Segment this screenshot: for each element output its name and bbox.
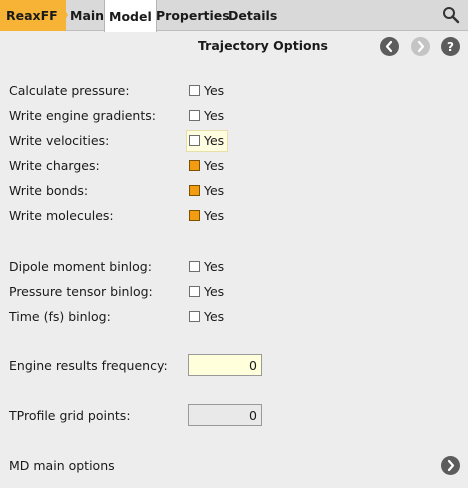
tab-model[interactable]: Model	[104, 0, 157, 32]
help-button[interactable]: ?	[441, 37, 460, 56]
tab-model-label: Model	[109, 8, 152, 24]
tab-main-label: Main	[70, 8, 105, 23]
write-charges-value: Yes	[204, 158, 225, 173]
dipole-moment-binlog-value: Yes	[204, 259, 225, 274]
time-binlog-label: Time (fs) binlog:	[9, 309, 111, 324]
write-velocities-label: Write velocities:	[9, 133, 110, 148]
chevron-right-icon	[447, 459, 455, 472]
breadcrumb-reaxff[interactable]: ReaxFF	[0, 0, 66, 31]
dipole-moment-binlog-checkbox[interactable]	[189, 261, 200, 272]
tprofile-grid-points-input[interactable]: 0	[188, 404, 262, 426]
write-charges-checkbox[interactable]	[189, 160, 200, 171]
tab-details-label: Details	[228, 8, 278, 23]
search-icon[interactable]	[442, 6, 460, 24]
pressure-tensor-binlog-checkbox[interactable]	[189, 286, 200, 297]
write-engine-gradients-checkbox[interactable]	[189, 110, 200, 121]
top-tab-bar: ReaxFF Main Model Properties Details	[0, 0, 468, 32]
pressure-tensor-binlog-label: Pressure tensor binlog:	[9, 284, 153, 299]
engine-results-frequency-label: Engine results frequency:	[9, 358, 168, 373]
write-velocities-checkbox[interactable]	[189, 135, 200, 146]
chevron-right-icon	[417, 40, 425, 53]
write-charges-label: Write charges:	[9, 158, 100, 173]
time-binlog-checkbox[interactable]	[189, 311, 200, 322]
md-main-options-label[interactable]: MD main options	[9, 458, 115, 473]
write-molecules-checkbox[interactable]	[189, 210, 200, 221]
calculate-pressure-value: Yes	[204, 83, 225, 98]
tab-details[interactable]: Details	[224, 0, 281, 31]
calculate-pressure-label: Calculate pressure:	[9, 83, 130, 98]
breadcrumb-label: ReaxFF	[6, 8, 58, 23]
calculate-pressure-checkbox[interactable]	[189, 85, 200, 96]
tab-properties[interactable]: Properties	[152, 0, 234, 31]
engine-results-frequency-input[interactable]: 0	[188, 354, 262, 376]
tab-main[interactable]: Main	[66, 0, 108, 31]
back-button[interactable]	[380, 37, 399, 56]
help-icon: ?	[447, 39, 454, 54]
dipole-moment-binlog-label: Dipole moment binlog:	[9, 259, 152, 274]
tab-properties-label: Properties	[156, 8, 230, 23]
write-engine-gradients-value: Yes	[204, 108, 225, 123]
write-bonds-value: Yes	[204, 183, 225, 198]
pressure-tensor-binlog-value: Yes	[204, 284, 225, 299]
write-bonds-label: Write bonds:	[9, 183, 89, 198]
write-velocities-value: Yes	[204, 133, 225, 148]
time-binlog-value: Yes	[204, 309, 225, 324]
tprofile-grid-points-label: TProfile grid points:	[9, 408, 131, 423]
chevron-left-icon	[385, 40, 393, 53]
forward-button[interactable]	[411, 37, 430, 56]
write-bonds-checkbox[interactable]	[189, 185, 200, 196]
md-main-options-button[interactable]	[441, 456, 460, 475]
write-molecules-value: Yes	[204, 208, 225, 223]
write-molecules-label: Write molecules:	[9, 208, 114, 223]
write-engine-gradients-label: Write engine gradients:	[9, 108, 156, 123]
